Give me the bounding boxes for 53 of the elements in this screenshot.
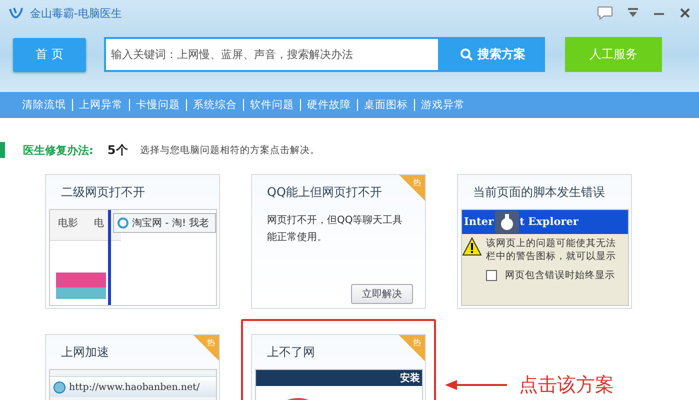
category-link[interactable]: 清除流氓 [22, 98, 66, 112]
search-field[interactable]: 输入关键词：上网慢、蓝屏、声音，搜索解决办法 [104, 37, 440, 72]
category-link[interactable]: 游戏异常 [421, 98, 465, 112]
dialog-title: t Explorer [520, 216, 578, 228]
browser-tab: 淘宝网 - 淘! 我老 [113, 213, 216, 233]
card-title: QQ能上但网页打不开 [267, 184, 382, 201]
search-button[interactable]: 搜索方案 [440, 37, 545, 72]
category-link[interactable]: 桌面图标 [364, 98, 408, 112]
solution-card[interactable]: QQ能上但网页打不开 热 网页打不开，但QQ等聊天工具能正常使用。 立即解决 [251, 174, 426, 309]
card-title: 当前页面的脚本发生错误 [473, 184, 605, 201]
annotation-text: 点击该方案 [519, 373, 614, 398]
card-title: 上不了网 [267, 344, 315, 361]
banner-strip: 安装 [256, 370, 422, 386]
checkbox-label: 网页包含错误时始终显示 [505, 269, 615, 282]
dropdown-icon[interactable] [627, 7, 639, 19]
address-bar: http://www.haobanben.net/ [50, 376, 216, 397]
window-title: 金山毒霸-电脑医生 [30, 6, 122, 20]
solution-card[interactable]: 上不了网 热 安装 [251, 334, 426, 400]
solution-count: 5个 [107, 142, 128, 158]
card-title: 上网加速 [61, 344, 109, 361]
loading-icon [117, 217, 129, 229]
search-icon [460, 48, 472, 61]
solution-card[interactable]: 二级网页打不开 电影 电 淘宝网 - 淘! 我老 [45, 174, 220, 309]
solution-card[interactable]: 当前页面的脚本发生错误 Inter t Explorer 该网页上的问题可能使其无法 栏中的警告图标，就可以显示 网页包含错误时始终显示 [457, 174, 632, 309]
warning-icon [462, 237, 482, 257]
globe-icon [53, 380, 66, 394]
tab-label: 电影 [58, 216, 78, 231]
dialog-message: 栏中的警告图标，就可以显示 [486, 250, 616, 263]
card-title: 二级网页打不开 [61, 184, 145, 201]
summary-hint: 选择与您电脑问题相符的方案点击解决。 [140, 144, 320, 156]
arrow-icon [445, 380, 507, 390]
summary-label: 医生修复办法: [23, 142, 94, 158]
category-link[interactable]: 硬件故障 [307, 98, 351, 112]
category-link[interactable]: 软件问题 [250, 98, 294, 112]
logo-icon [8, 5, 24, 21]
hot-badge: 热 [399, 175, 425, 201]
accent-bar [0, 142, 5, 158]
tab-label: 电 [94, 216, 104, 231]
dialog-title: Inter [464, 216, 494, 228]
category-link[interactable]: 上网异常 [79, 98, 123, 112]
hot-badge: 热 [193, 335, 219, 361]
category-link[interactable]: 系统综合 [193, 98, 237, 112]
hand-cursor-icon [494, 211, 519, 233]
solution-card[interactable]: 上网加速 热 http://www.haobanben.net/ [45, 334, 220, 400]
close-icon[interactable] [679, 7, 691, 19]
hot-badge: 热 [399, 335, 425, 361]
service-button[interactable]: 人工服务 [565, 37, 662, 72]
category-link[interactable]: 卡慢问题 [136, 98, 180, 112]
dialog-message: 该网页上的问题可能使其无法 [486, 237, 616, 250]
chat-icon[interactable] [597, 6, 613, 20]
home-button[interactable]: 首 页 [13, 38, 86, 72]
solve-button[interactable]: 立即解决 [351, 284, 413, 304]
card-description: 网页打不开，但QQ等聊天工具能正常使用。 [267, 214, 404, 245]
